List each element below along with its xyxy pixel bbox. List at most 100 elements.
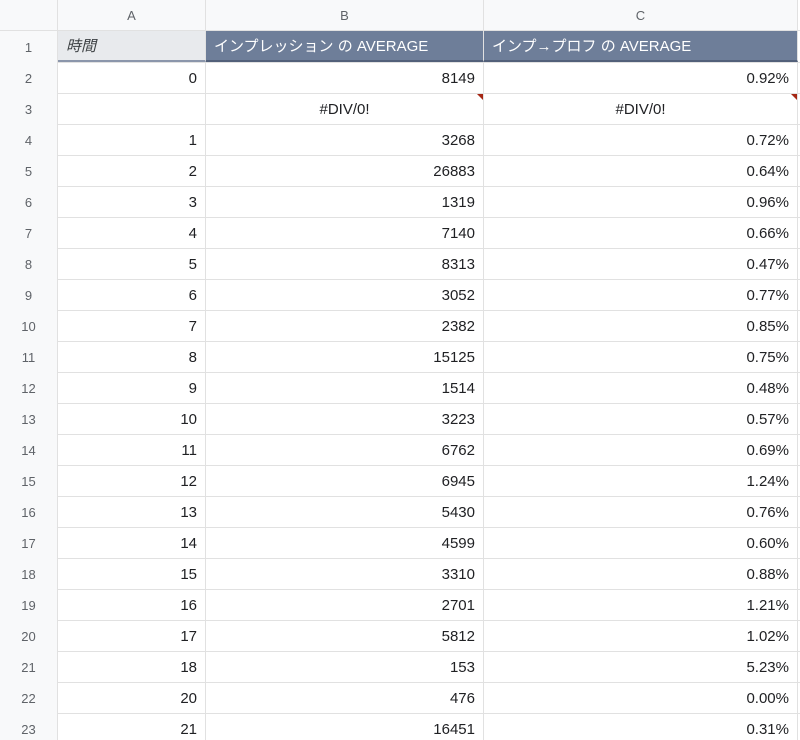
cell-impressions[interactable]: 26883 (206, 156, 484, 186)
cell-impressions[interactable]: 3268 (206, 125, 484, 155)
row-header[interactable]: 20 (0, 621, 58, 652)
cell-time[interactable]: 21 (58, 714, 206, 740)
cell-imp-to-prof[interactable]: 1.24% (484, 466, 798, 496)
cell-imp-to-prof[interactable]: 0.77% (484, 280, 798, 310)
cell-time[interactable]: 7 (58, 311, 206, 341)
column-header-row: A B C (0, 0, 800, 31)
row-header[interactable]: 19 (0, 590, 58, 621)
column-header-b[interactable]: B (206, 0, 484, 30)
cell-impressions[interactable]: 4599 (206, 528, 484, 558)
row-header[interactable]: 1 (0, 31, 58, 63)
row-header[interactable]: 22 (0, 683, 58, 714)
row-header[interactable]: 7 (0, 218, 58, 249)
cell-time[interactable] (58, 94, 206, 124)
select-all-corner[interactable] (0, 0, 58, 30)
cell-impressions[interactable]: 6945 (206, 466, 484, 496)
row-header[interactable]: 14 (0, 435, 58, 466)
cell-time[interactable]: 18 (58, 652, 206, 682)
cell-imp-to-prof[interactable]: 0.96% (484, 187, 798, 217)
row-header[interactable]: 21 (0, 652, 58, 683)
cell-imp-to-prof[interactable]: 0.57% (484, 404, 798, 434)
cell-imp-to-prof[interactable]: 0.92% (484, 63, 798, 93)
spreadsheet-grid[interactable]: A B C 1 時間 インプレッション の AVERAGE インプ→プロフ の … (0, 0, 800, 740)
column-header-a[interactable]: A (58, 0, 206, 30)
row-header[interactable]: 10 (0, 311, 58, 342)
header-cell-impressions[interactable]: インプレッション の AVERAGE (206, 31, 484, 62)
row-header[interactable]: 18 (0, 559, 58, 590)
cell-impressions[interactable]: 8149 (206, 63, 484, 93)
cell-imp-to-prof[interactable]: 0.64% (484, 156, 798, 186)
cell-time[interactable]: 4 (58, 218, 206, 248)
cell-time[interactable]: 5 (58, 249, 206, 279)
cell-time[interactable]: 0 (58, 63, 206, 93)
cell-imp-to-prof[interactable]: 5.23% (484, 652, 798, 682)
cell-impressions[interactable]: 6762 (206, 435, 484, 465)
cell-imp-to-prof[interactable]: 0.66% (484, 218, 798, 248)
cell-impressions[interactable]: 5812 (206, 621, 484, 651)
cell-imp-to-prof[interactable]: 0.85% (484, 311, 798, 341)
cell-imp-to-prof[interactable]: 0.00% (484, 683, 798, 713)
table-row: 3 #DIV/0!#DIV/0! (0, 94, 800, 125)
cell-time[interactable]: 15 (58, 559, 206, 589)
cell-imp-to-prof[interactable]: 0.69% (484, 435, 798, 465)
row-header[interactable]: 2 (0, 63, 58, 94)
cell-time[interactable]: 1 (58, 125, 206, 155)
cell-imp-to-prof[interactable]: 0.47% (484, 249, 798, 279)
cell-time[interactable]: 17 (58, 621, 206, 651)
row-header[interactable]: 8 (0, 249, 58, 280)
cell-impressions[interactable]: 1319 (206, 187, 484, 217)
cell-imp-to-prof[interactable]: 0.31% (484, 714, 798, 740)
cell-impressions[interactable]: 16451 (206, 714, 484, 740)
cell-impressions[interactable]: 3223 (206, 404, 484, 434)
row-header[interactable]: 6 (0, 187, 58, 218)
cell-impressions[interactable]: 1514 (206, 373, 484, 403)
cell-imp-to-prof[interactable]: 0.48% (484, 373, 798, 403)
cell-time[interactable]: 8 (58, 342, 206, 372)
row-header[interactable]: 4 (0, 125, 58, 156)
row-header[interactable]: 17 (0, 528, 58, 559)
row-header[interactable]: 11 (0, 342, 58, 373)
table-row: 52268830.64% (0, 156, 800, 187)
cell-impressions[interactable]: 15125 (206, 342, 484, 372)
cell-imp-to-prof[interactable]: 0.60% (484, 528, 798, 558)
cell-impressions[interactable]: 8313 (206, 249, 484, 279)
row-header[interactable]: 16 (0, 497, 58, 528)
cell-impressions[interactable]: 2701 (206, 590, 484, 620)
cell-imp-to-prof[interactable]: 0.75% (484, 342, 798, 372)
row-header[interactable]: 15 (0, 466, 58, 497)
cell-time[interactable]: 20 (58, 683, 206, 713)
cell-impressions[interactable]: 153 (206, 652, 484, 682)
cell-time[interactable]: 10 (58, 404, 206, 434)
cell-imp-to-prof[interactable]: #DIV/0! (484, 94, 798, 124)
row-header[interactable]: 3 (0, 94, 58, 125)
cell-imp-to-prof[interactable]: 0.72% (484, 125, 798, 155)
cell-imp-to-prof[interactable]: 1.21% (484, 590, 798, 620)
cell-time[interactable]: 6 (58, 280, 206, 310)
cell-impressions[interactable]: 5430 (206, 497, 484, 527)
cell-time[interactable]: 14 (58, 528, 206, 558)
row-header[interactable]: 13 (0, 404, 58, 435)
cell-time[interactable]: 16 (58, 590, 206, 620)
cell-impressions[interactable]: #DIV/0! (206, 94, 484, 124)
cell-impressions[interactable]: 476 (206, 683, 484, 713)
cell-impressions[interactable]: 2382 (206, 311, 484, 341)
cell-time[interactable]: 12 (58, 466, 206, 496)
cell-time[interactable]: 11 (58, 435, 206, 465)
cell-time[interactable]: 9 (58, 373, 206, 403)
cell-imp-to-prof[interactable]: 1.02% (484, 621, 798, 651)
row-header[interactable]: 23 (0, 714, 58, 740)
cell-impressions[interactable]: 7140 (206, 218, 484, 248)
cell-imp-to-prof[interactable]: 0.76% (484, 497, 798, 527)
row-header[interactable]: 9 (0, 280, 58, 311)
cell-time[interactable]: 2 (58, 156, 206, 186)
header-cell-time[interactable]: 時間 (58, 31, 206, 62)
row-header[interactable]: 12 (0, 373, 58, 404)
header-cell-imp-to-prof[interactable]: インプ→プロフ の AVERAGE (484, 31, 798, 62)
row-header[interactable]: 5 (0, 156, 58, 187)
cell-imp-to-prof[interactable]: 0.88% (484, 559, 798, 589)
column-header-c[interactable]: C (484, 0, 798, 30)
cell-time[interactable]: 13 (58, 497, 206, 527)
cell-impressions[interactable]: 3052 (206, 280, 484, 310)
cell-time[interactable]: 3 (58, 187, 206, 217)
cell-impressions[interactable]: 3310 (206, 559, 484, 589)
